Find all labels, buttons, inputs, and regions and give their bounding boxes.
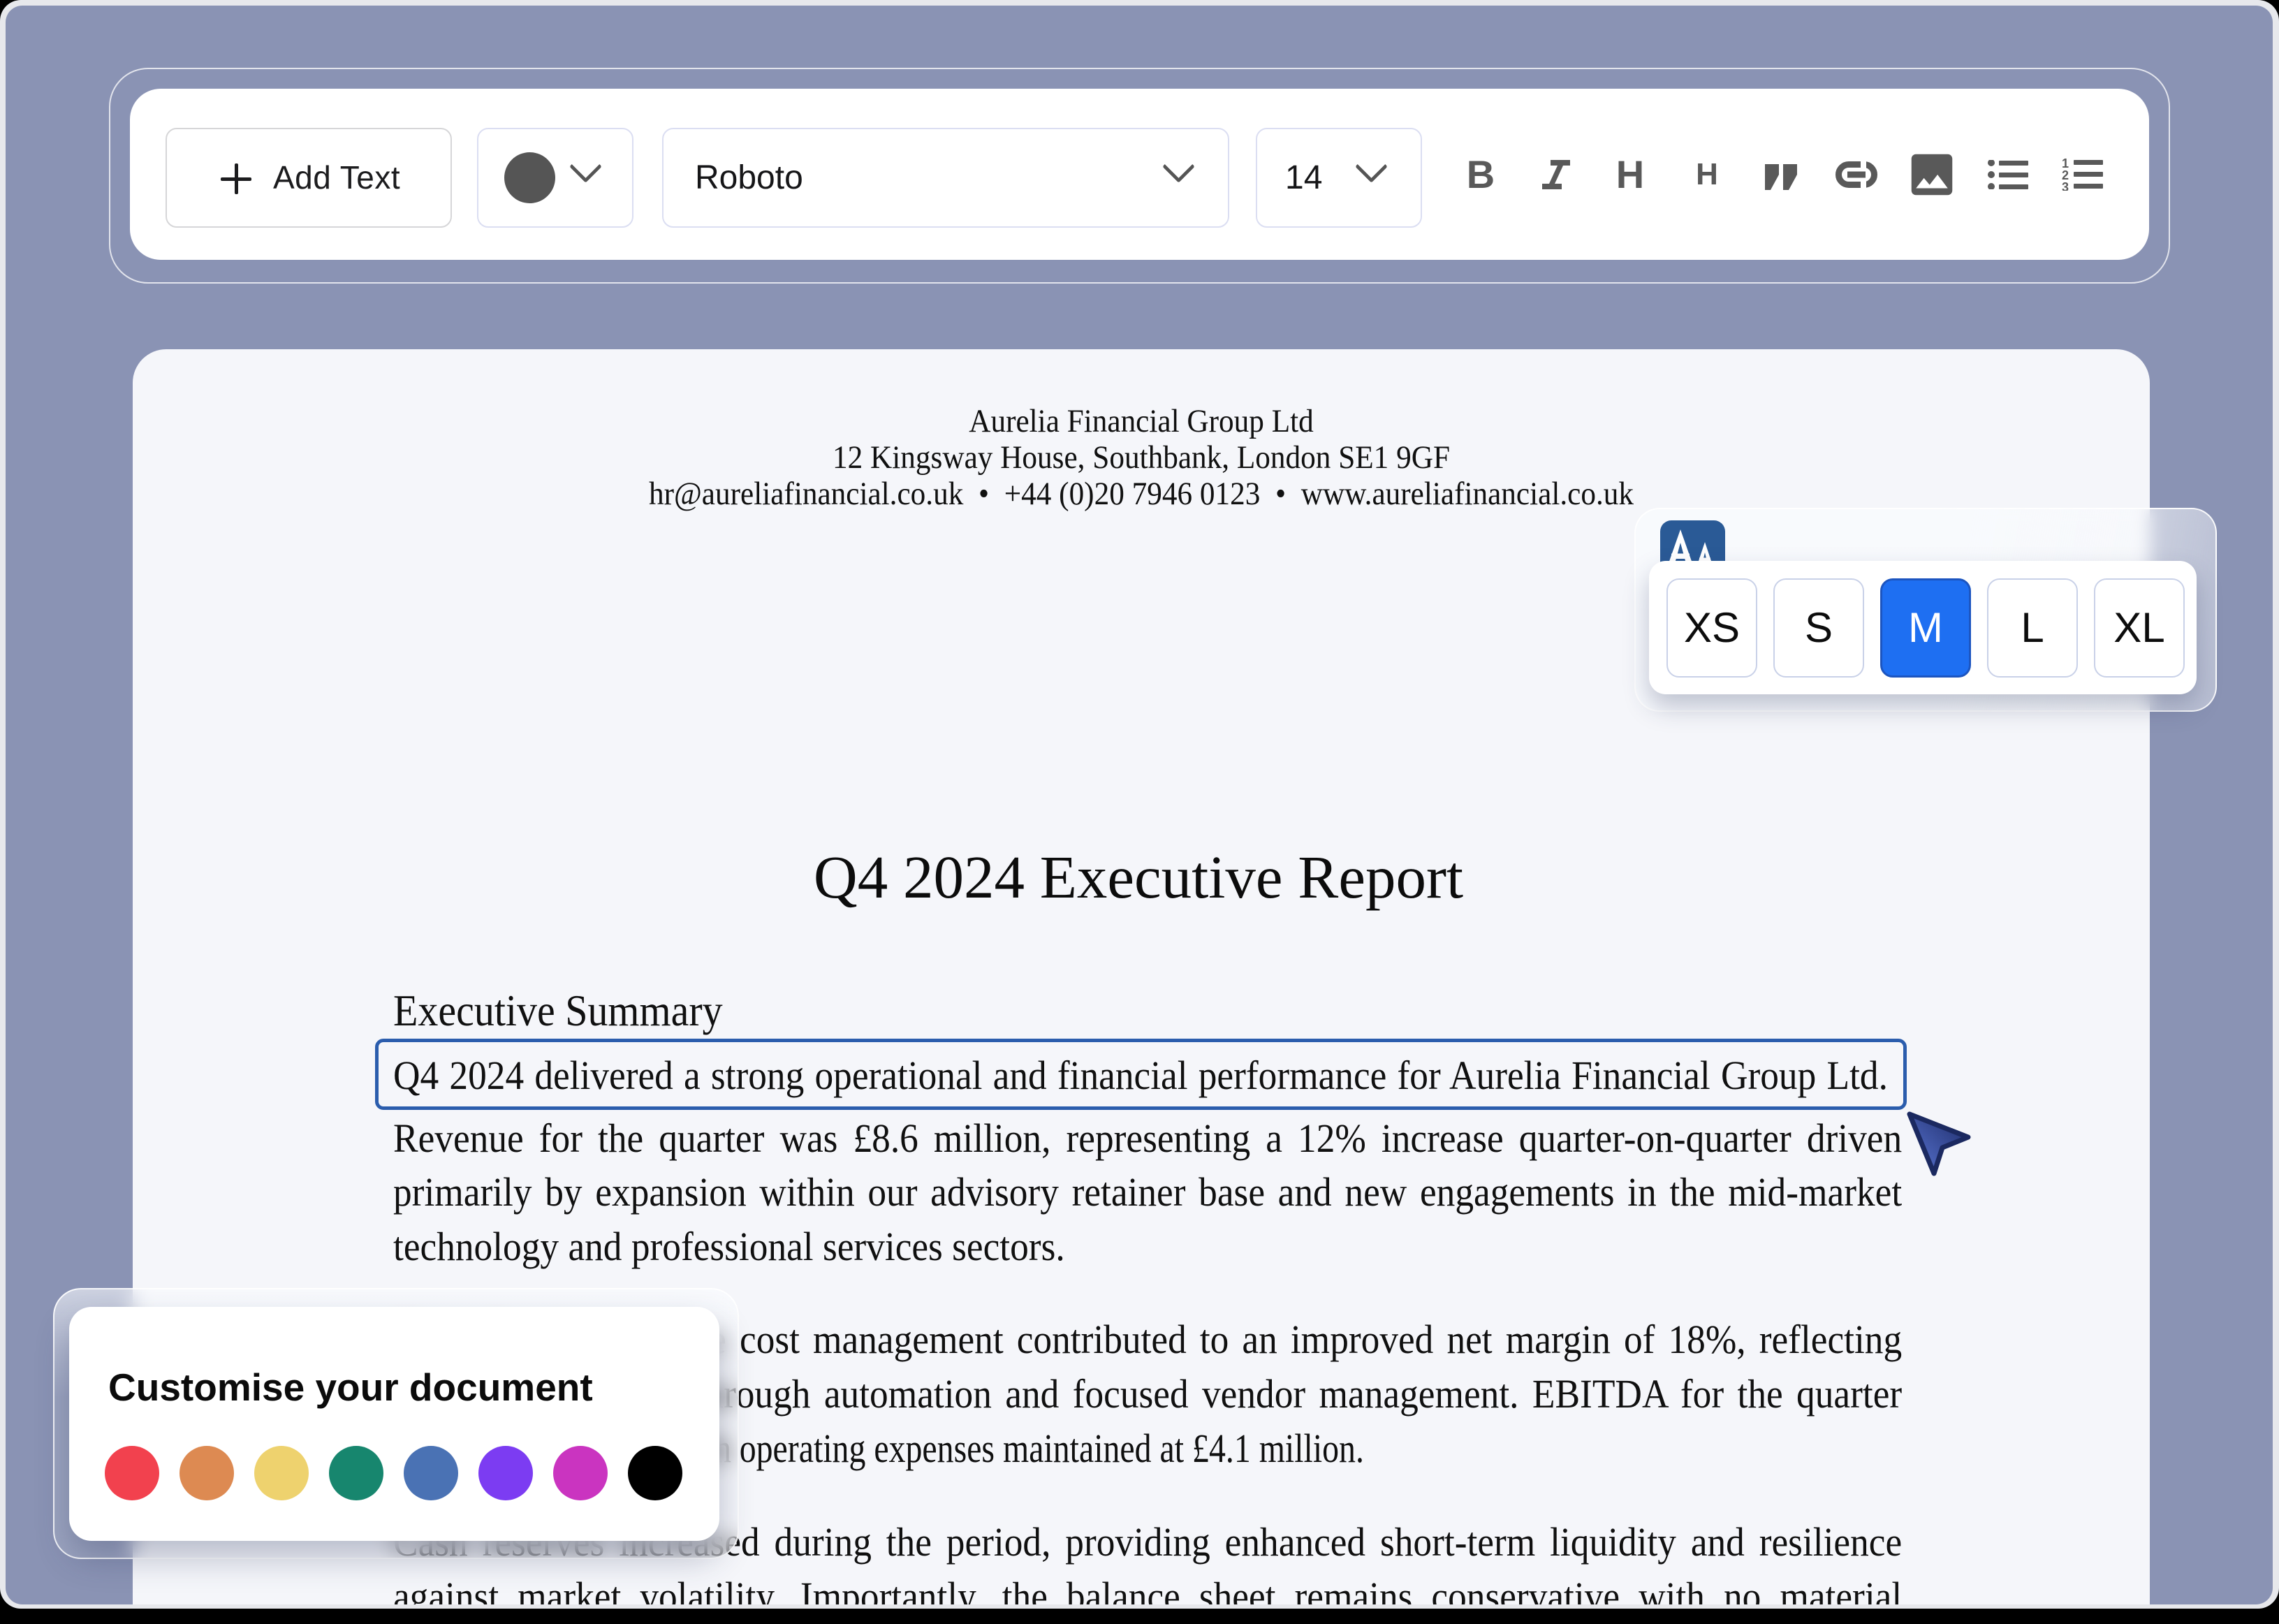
svg-text:3: 3 xyxy=(2062,180,2069,191)
